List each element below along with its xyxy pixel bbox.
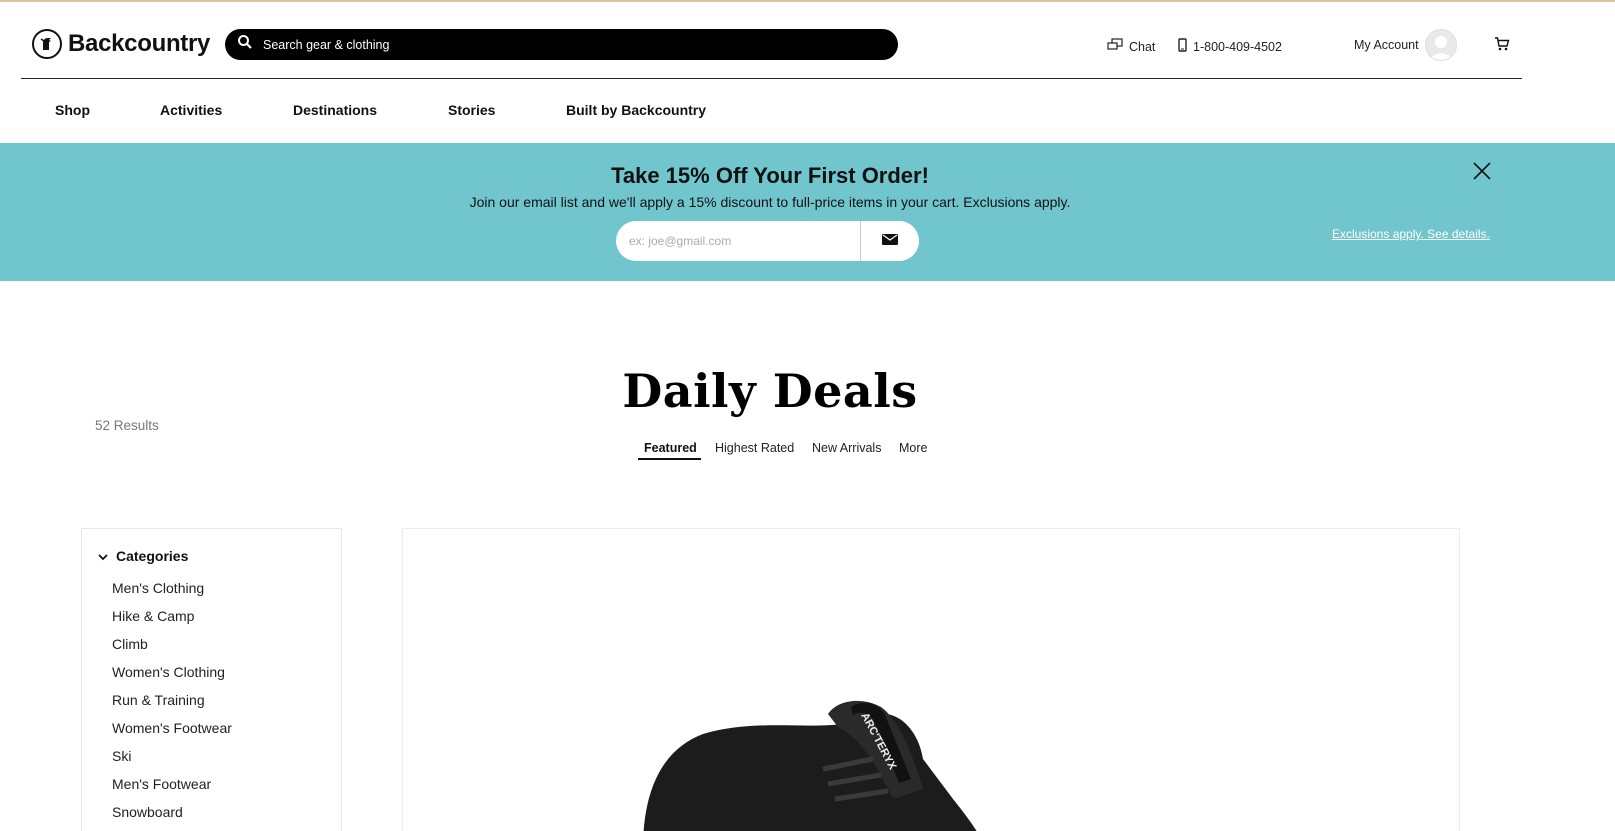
category-list: Men's Clothing Hike & Camp Climb Women's… [112,579,232,831]
tab-highest-rated[interactable]: Highest Rated [715,441,794,455]
chevron-down-icon [98,548,108,564]
phone-link[interactable]: 1-800-409-4502 [1178,38,1282,55]
email-submit-button[interactable] [860,221,919,261]
sort-tabs: Featured Highest Rated New Arrivals More [0,441,1615,465]
chat-link[interactable]: Chat [1107,38,1155,55]
active-tab-indicator [638,458,701,460]
account-label: My Account [1354,38,1419,52]
header-divider [21,78,1522,79]
close-icon[interactable] [1472,161,1492,181]
category-item[interactable]: Run & Training [112,691,232,719]
nav-item-destinations[interactable]: Destinations [293,102,377,118]
results-count: 52 Results [95,418,159,433]
email-signup-banner: Take 15% Off Your First Order! Join our … [0,143,1615,281]
site-logo[interactable]: Backcountry [32,28,210,60]
logo-text: Backcountry [68,30,211,57]
goat-logo-icon [32,29,62,59]
promo-subtitle: Join our email list and we'll apply a 15… [469,194,1071,210]
phone-icon [1178,38,1187,55]
promo-title: Take 15% Off Your First Order! [611,163,929,188]
category-item[interactable]: Women's Clothing [112,663,232,691]
tab-featured[interactable]: Featured [644,441,697,455]
page-title: Daily Deals [622,364,918,418]
category-item[interactable]: Men's Clothing [112,579,232,607]
category-item[interactable]: Snowboard [112,803,232,831]
nav-item-stories[interactable]: Stories [448,102,495,118]
cart-button[interactable] [1494,36,1510,57]
category-item[interactable]: Women's Footwear [112,719,232,747]
category-item[interactable]: Hike & Camp [112,607,232,635]
search-bar[interactable]: Search gear & clothing [225,29,898,60]
chat-icon [1107,38,1123,55]
categories-toggle[interactable]: Categories [98,548,188,564]
tab-more[interactable]: More [899,441,927,455]
tab-new-arrivals[interactable]: New Arrivals [812,441,881,455]
search-icon [237,34,253,55]
phone-label: 1-800-409-4502 [1193,39,1282,54]
filter-sidebar: Categories Men's Clothing Hike & Camp Cl… [81,528,342,831]
product-image: ARC'TERYX [643,700,977,831]
mail-icon [882,232,898,250]
category-item[interactable]: Ski [112,747,232,775]
category-item[interactable]: Men's Footwear [112,775,232,803]
exclusions-details-link[interactable]: Exclusions apply. See details. [1332,227,1490,241]
main-nav: Shop Activities Destinations Stories Bui… [0,96,1615,124]
email-field[interactable] [616,221,860,261]
nav-item-shop[interactable]: Shop [55,102,90,118]
featured-product-card[interactable]: ARC'TERYX [402,528,1460,831]
cart-icon [1494,37,1510,56]
my-account-link[interactable]: My Account [1354,29,1457,61]
nav-item-built-by-backcountry[interactable]: Built by Backcountry [566,102,706,118]
avatar [1424,29,1457,61]
email-signup-form [616,221,919,261]
chat-label: Chat [1129,39,1156,54]
nav-item-activities[interactable]: Activities [160,102,222,118]
category-item[interactable]: Climb [112,635,232,663]
search-placeholder: Search gear & clothing [263,37,390,52]
site-header: Backcountry Search gear & clothing Chat … [0,2,1615,78]
categories-label: Categories [116,548,189,564]
